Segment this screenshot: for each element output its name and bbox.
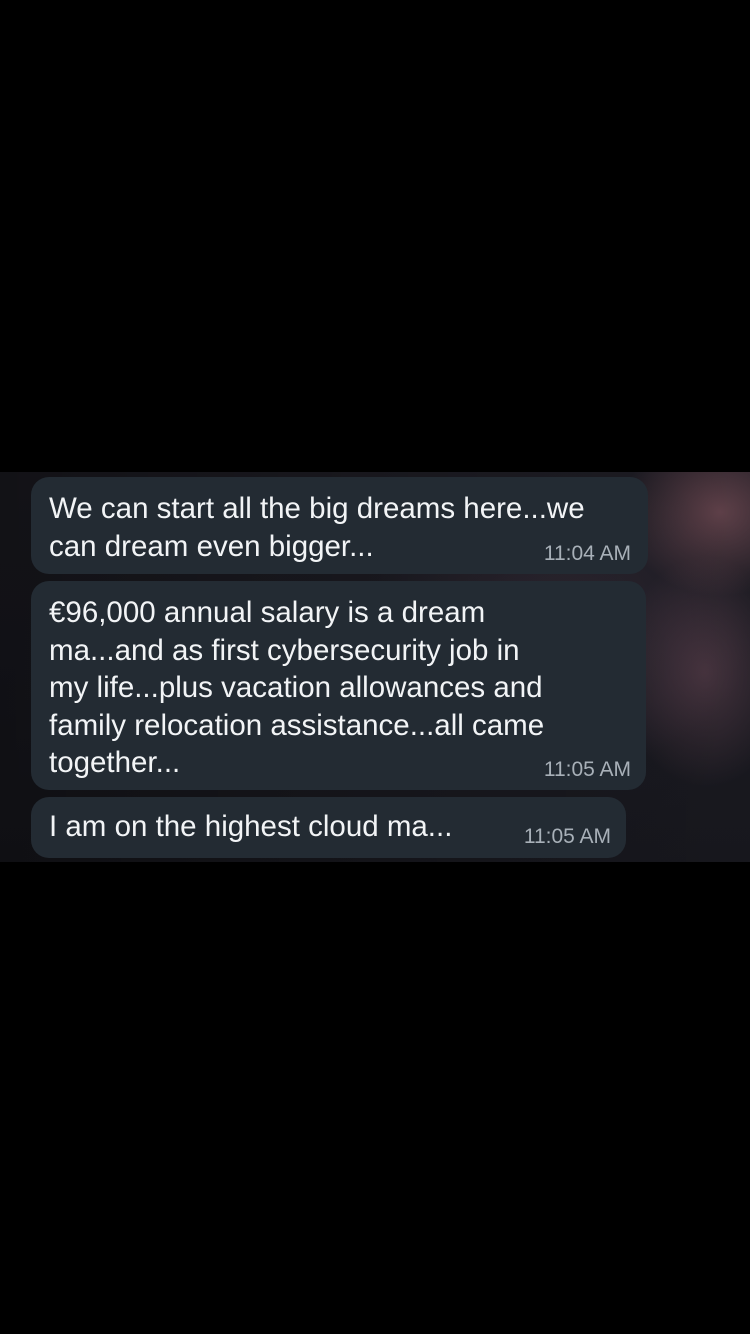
message-text: €96,000 annual salary is a dream ma...an… (49, 596, 545, 779)
message-text: I am on the highest cloud ma... (49, 810, 453, 843)
message-bubble[interactable]: I am on the highest cloud ma... 11:05 AM (31, 797, 626, 858)
message-bubble[interactable]: We can start all the big dreams here...w… (31, 477, 648, 574)
message-timestamp: 11:05 AM (523, 825, 611, 848)
message-bubble[interactable]: €96,000 annual salary is a dream ma...an… (31, 581, 646, 790)
chat-screenshot-area: We can start all the big dreams here...w… (0, 472, 750, 862)
message-timestamp: 11:04 AM (543, 542, 631, 565)
message-text: We can start all the big dreams here...w… (49, 492, 585, 563)
message-timestamp: 11:05 AM (543, 758, 631, 781)
